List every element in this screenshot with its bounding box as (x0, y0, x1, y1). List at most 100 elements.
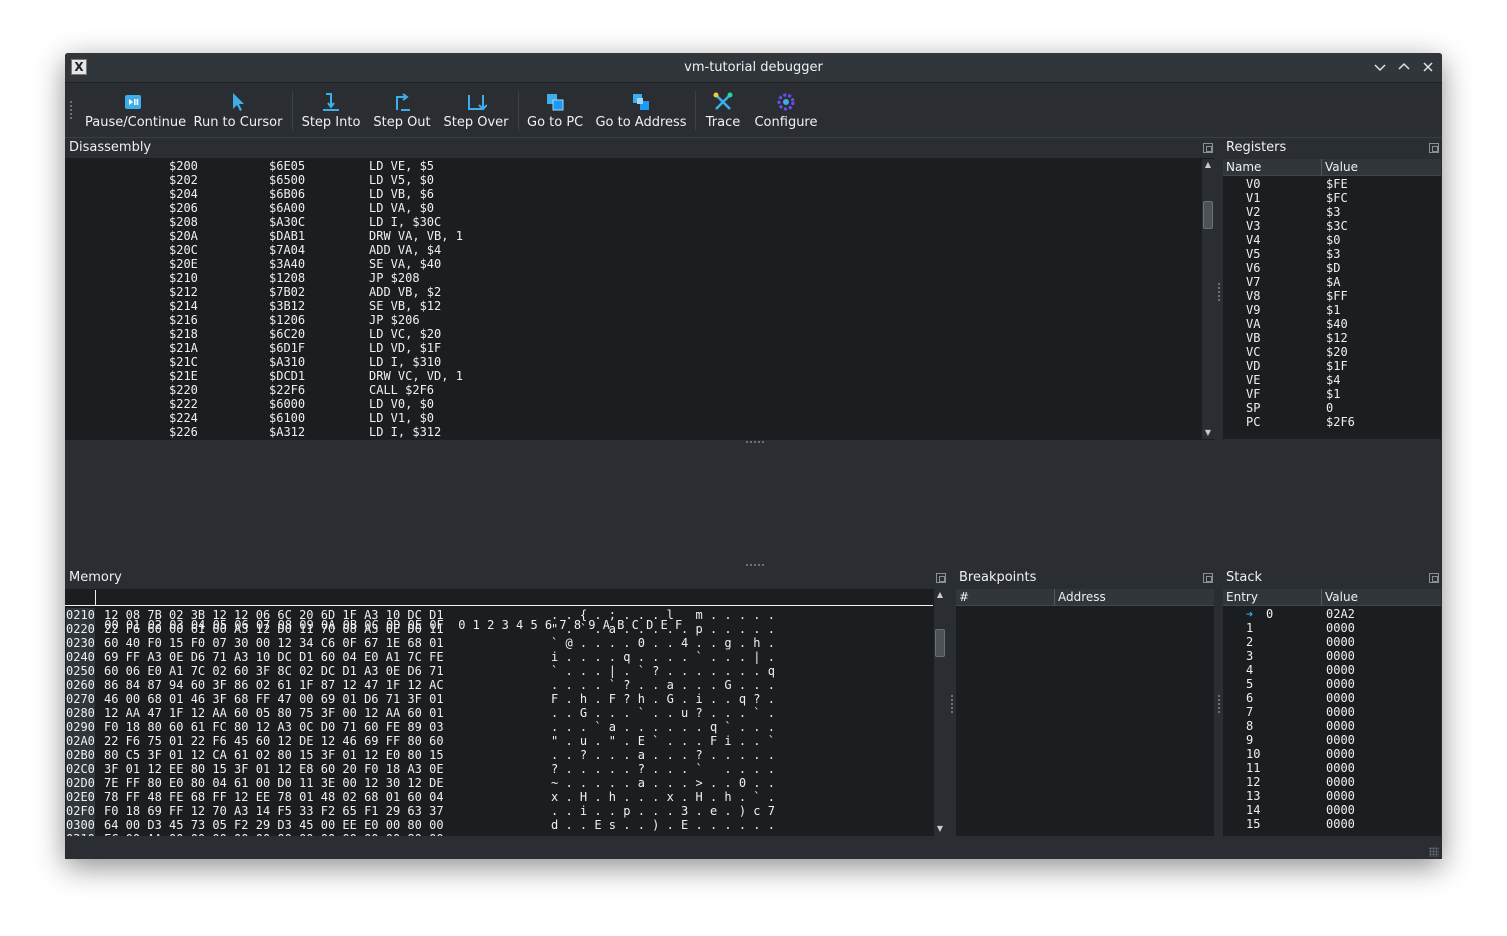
memory-row[interactable]: 0220 22 F6 60 00 61 00 A3 12 D0 11 70 08 … (65, 622, 933, 636)
disassembly-row[interactable]: $202 $6500 LD V5, $0 (65, 173, 1201, 187)
scroll-up-icon[interactable]: ▲ (935, 590, 945, 600)
disassembly-row[interactable]: $222 $6000 LD V0, $0 (65, 397, 1201, 411)
stack-row[interactable]: 6 0000 (1223, 691, 1441, 705)
breakpoints-float-icon[interactable] (1203, 573, 1213, 583)
register-row[interactable]: V9 $1 (1223, 303, 1441, 317)
register-row[interactable]: V3 $3C (1223, 219, 1441, 233)
disassembly-scrollbar[interactable]: ▲ ▼ (1202, 159, 1214, 439)
breakpoints-col-number[interactable]: # (956, 589, 969, 605)
step-out-button[interactable]: Step Out (371, 87, 433, 135)
register-row[interactable]: PC $2F6 (1223, 415, 1441, 429)
memory-row[interactable]: 0310 FC 00 AA 00 00 00 00 00 00 00 00 00 … (65, 832, 933, 836)
registers-float-icon[interactable] (1429, 143, 1439, 153)
disassembly-row[interactable]: $20A $DAB1 DRW VA, VB, 1 (65, 229, 1201, 243)
stack-row[interactable]: 3 0000 (1223, 649, 1441, 663)
memory-row[interactable]: 0230 60 40 F0 15 F0 07 30 00 12 34 C6 0F … (65, 636, 933, 650)
disassembly-row[interactable]: $204 $6B06 LD VB, $6 (65, 187, 1201, 201)
memory-row[interactable]: 0280 12 AA 47 1F 12 AA 60 05 80 75 3F 00 … (65, 706, 933, 720)
memory-row[interactable]: 0250 60 06 E0 A1 7C 02 60 3F 8C 02 DC D1 … (65, 664, 933, 678)
stack-col-value[interactable]: Value (1321, 589, 1358, 605)
disassembly-float-icon[interactable] (1203, 143, 1213, 153)
memory-row[interactable]: 02A0 22 F6 75 01 22 F6 45 60 12 DE 12 46 … (65, 734, 933, 748)
stack-row[interactable]: 5 0000 (1223, 677, 1441, 691)
disassembly-row[interactable]: $21C $A310 LD I, $310 (65, 355, 1201, 369)
memory-row[interactable]: 0290 F0 18 80 60 61 FC 80 12 A3 0C D0 71 … (65, 720, 933, 734)
memory-row[interactable]: 02F0 F0 18 69 FF 12 70 A3 14 F5 33 F2 65 … (65, 804, 933, 818)
close-icon[interactable] (1420, 59, 1436, 75)
stack-row[interactable]: 15 0000 (1223, 817, 1441, 831)
registers-col-value[interactable]: Value (1321, 159, 1358, 175)
scroll-down-icon[interactable]: ▼ (1203, 428, 1213, 438)
memory-row[interactable]: 02C0 3F 01 12 EE 80 15 3F 01 12 E8 60 20 … (65, 762, 933, 776)
memory-row[interactable]: 02E0 78 FF 48 FE 68 FF 12 EE 78 01 48 02 … (65, 790, 933, 804)
disassembly-row[interactable]: $210 $1208 JP $208 (65, 271, 1201, 285)
stack-row[interactable]: 7 0000 (1223, 705, 1441, 719)
step-into-button[interactable]: Step Into (301, 87, 361, 135)
toolbar-grip[interactable] (70, 101, 76, 119)
register-row[interactable]: V5 $3 (1223, 247, 1441, 261)
memory-row[interactable]: 0300 64 00 D3 45 73 05 F2 29 D3 45 00 EE … (65, 818, 933, 832)
register-row[interactable]: VB $12 (1223, 331, 1441, 345)
stack-float-icon[interactable] (1429, 573, 1439, 583)
disassembly-row[interactable]: $206 $6A00 LD VA, $0 (65, 201, 1201, 215)
disassembly-view[interactable]: $200 $6E05 LD VE, $5 $202 $6500 LD V5, $0 $204… (65, 158, 1214, 440)
register-row[interactable]: VE $4 (1223, 373, 1441, 387)
minimize-icon[interactable] (1372, 59, 1388, 75)
stack-row[interactable]: 9 0000 (1223, 733, 1441, 747)
register-row[interactable]: SP 0 (1223, 401, 1441, 415)
register-row[interactable]: VA $40 (1223, 317, 1441, 331)
disassembly-row[interactable]: $216 $1206 JP $206 (65, 313, 1201, 327)
disassembly-row[interactable]: $214 $3B12 SE VB, $12 (65, 299, 1201, 313)
register-row[interactable]: V6 $D (1223, 261, 1441, 275)
memory-float-icon[interactable] (936, 573, 946, 583)
splitter-handle[interactable] (746, 441, 764, 447)
resize-grip[interactable] (1429, 847, 1439, 857)
disassembly-row[interactable]: $224 $6100 LD V1, $0 (65, 411, 1201, 425)
disassembly-row[interactable]: $220 $22F6 CALL $2F6 (65, 383, 1201, 397)
go-to-pc-button[interactable]: Go to PC (527, 87, 583, 135)
stack-row[interactable]: 12 0000 (1223, 775, 1441, 789)
run-to-cursor-button[interactable]: Run to Cursor (193, 87, 283, 135)
registers-col-name[interactable]: Name (1223, 159, 1261, 175)
register-row[interactable]: V0 $FE (1223, 177, 1441, 191)
memory-scrollbar[interactable]: ▲ ▼ (934, 589, 946, 836)
stack-row[interactable]: 4 0000 (1223, 663, 1441, 677)
disassembly-row[interactable]: $200 $6E05 LD VE, $5 (65, 159, 1201, 173)
stack-row[interactable]: 8 0000 (1223, 719, 1441, 733)
register-row[interactable]: V8 $FF (1223, 289, 1441, 303)
stack-row[interactable]: 1 0000 (1223, 621, 1441, 635)
pause-continue-button[interactable]: Pause/Continue (85, 87, 186, 135)
stack-view[interactable]: Entry Value ➔ 0 02A2 1 0000 2 0000 3 0000 4 0000 5 0… (1223, 589, 1441, 836)
stack-row[interactable]: 14 0000 (1223, 803, 1441, 817)
memory-hex-view[interactable]: 00 01 02 03 04 05 06 07 08 09 0A 0B 0C 0… (65, 589, 935, 836)
stack-row[interactable]: ➔ 0 02A2 (1223, 607, 1441, 621)
scroll-down-icon[interactable]: ▼ (935, 824, 945, 834)
register-row[interactable]: VC $20 (1223, 345, 1441, 359)
stack-row[interactable]: 13 0000 (1223, 789, 1441, 803)
disassembly-row[interactable]: $218 $6C20 LD VC, $20 (65, 327, 1201, 341)
memory-row[interactable]: 0260 86 84 87 94 60 3F 86 02 61 1F 87 12 … (65, 678, 933, 692)
register-row[interactable]: V1 $FC (1223, 191, 1441, 205)
trace-button[interactable]: Trace (703, 87, 743, 135)
register-row[interactable]: V4 $0 (1223, 233, 1441, 247)
memory-row[interactable]: 02B0 80 C5 3F 01 12 CA 61 02 80 15 3F 01 … (65, 748, 933, 762)
stack-row[interactable]: 11 0000 (1223, 761, 1441, 775)
breakpoints-col-address[interactable]: Address (1054, 589, 1106, 605)
disassembly-row[interactable]: $208 $A30C LD I, $30C (65, 215, 1201, 229)
disassembly-row[interactable]: $20C $7A04 ADD VA, $4 (65, 243, 1201, 257)
splitter-handle[interactable] (746, 564, 764, 570)
register-row[interactable]: V2 $3 (1223, 205, 1441, 219)
disassembly-row[interactable]: $21E $DCD1 DRW VC, VD, 1 (65, 369, 1201, 383)
memory-row[interactable]: 0210 12 08 7B 02 3B 12 12 06 6C 20 6D 1F … (65, 608, 933, 622)
register-row[interactable]: V7 $A (1223, 275, 1441, 289)
memory-row[interactable]: 0240 69 FF A3 0E D6 71 A3 10 DC D1 60 04 … (65, 650, 933, 664)
scroll-thumb[interactable] (935, 629, 945, 657)
registers-view[interactable]: Name Value V0 $FE V1 $FC V2 $3 V3 $3C V4 $0 V5 $3 V6… (1223, 159, 1441, 439)
scroll-up-icon[interactable]: ▲ (1203, 160, 1213, 170)
stack-row[interactable]: 10 0000 (1223, 747, 1441, 761)
step-over-button[interactable]: Step Over (443, 87, 509, 135)
disassembly-row[interactable]: $226 $A312 LD I, $312 (65, 425, 1201, 439)
maximize-icon[interactable] (1396, 59, 1412, 75)
scroll-thumb[interactable] (1203, 201, 1213, 229)
disassembly-row[interactable]: $212 $7B02 ADD VB, $2 (65, 285, 1201, 299)
